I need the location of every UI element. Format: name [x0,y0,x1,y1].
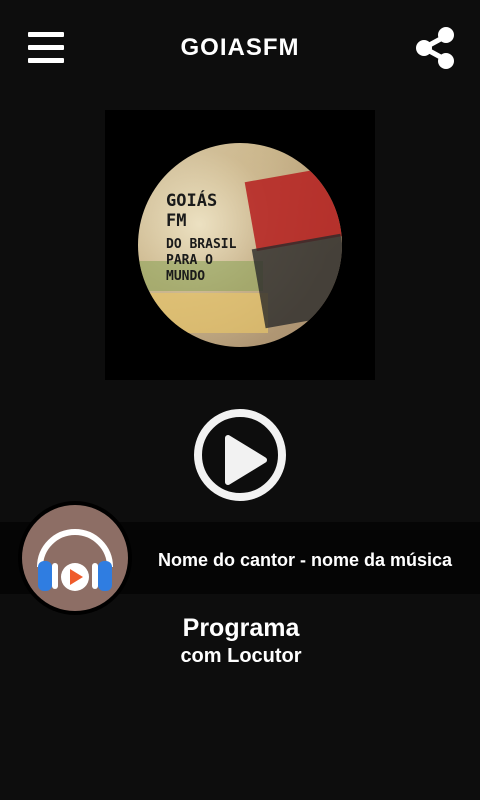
share-icon[interactable] [414,26,456,70]
program-title: Programa [182,614,300,642]
app-title: GOIASFM [180,34,300,61]
album-cover: GOIÁS FM DO BRASIL PARA O MUNDO [105,110,375,380]
logo-text-line5: MUNDO [166,269,206,284]
logo-text-line4: PARA O [166,253,213,268]
top-app-bar: GOIASFM [0,0,480,100]
headphones-play-icon [37,529,113,591]
song-title: Nome do cantor - nome da música [158,550,453,570]
play-icon [225,435,267,485]
logo-text-line1: GOIÁS [166,191,218,211]
logo-text-line3: DO BRASIL [166,237,237,252]
logo-text-line2: FM [166,211,187,231]
station-logo: GOIÁS FM DO BRASIL PARA O MUNDO [138,143,342,347]
play-button[interactable] [194,409,286,501]
program-subtitle: com Locutor [180,645,302,667]
avatar [18,501,132,615]
